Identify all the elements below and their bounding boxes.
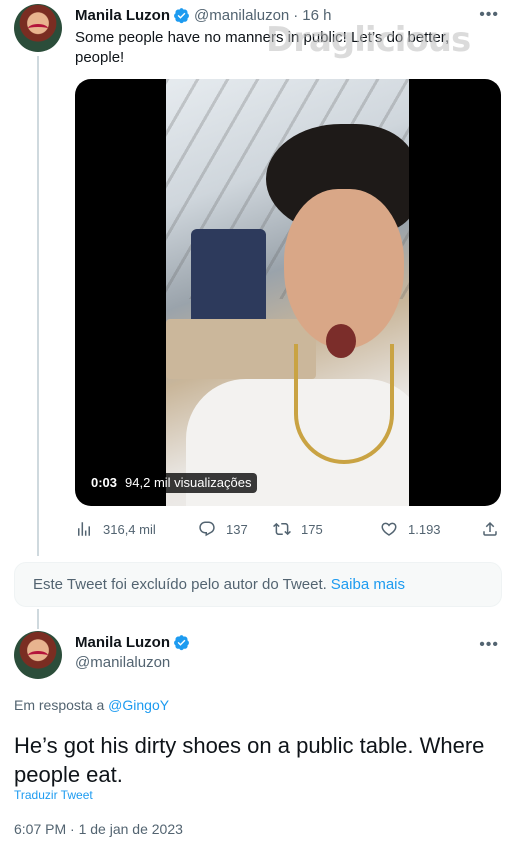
translate-tweet-link[interactable]: Traduzir Tweet (14, 788, 93, 802)
author-handle[interactable]: @manilaluzon (75, 654, 190, 671)
reply-prefix: Em resposta a (14, 697, 105, 713)
share-button[interactable] (481, 517, 509, 541)
tweet-text: Some people have no manners in public! L… (75, 29, 450, 66)
tweet-time[interactable]: 16 h (302, 7, 331, 24)
reply-icon (199, 521, 215, 537)
like-button[interactable]: 1.193 (380, 517, 441, 541)
author-name[interactable]: Manila Luzon (75, 634, 170, 651)
retweet-count: 175 (301, 521, 323, 537)
avatar[interactable] (14, 631, 62, 679)
like-count: 1.193 (408, 521, 441, 537)
more-options-icon[interactable]: ••• (479, 6, 499, 24)
views-button[interactable]: 316,4 mil (75, 517, 156, 541)
tweet-timestamp[interactable]: 6:07 PM · 1 de jan de 2023 (14, 821, 183, 837)
author-handle[interactable]: @manilaluzon (194, 7, 289, 24)
thread-connector-line (37, 609, 39, 629)
verified-badge-icon (174, 635, 189, 651)
verified-badge-icon (174, 8, 189, 24)
tweet-header: Manila Luzon @manilaluzon (75, 634, 190, 671)
retweet-button[interactable]: 175 (273, 517, 323, 541)
video-player[interactable]: 0:03 94,2 mil visualizações (75, 79, 501, 506)
learn-more-link[interactable]: Saiba mais (331, 576, 405, 593)
retweet-icon (273, 522, 291, 536)
video-thumbnail (166, 79, 409, 506)
tweet-text: He’s got his dirty shoes on a public tab… (14, 733, 485, 787)
deleted-tweet-notice: Este Tweet foi excluído pelo autor do Tw… (14, 562, 502, 607)
reply-count: 137 (226, 521, 248, 537)
analytics-icon (78, 522, 90, 536)
reply-mention-link[interactable]: @GingoY (108, 697, 169, 713)
avatar[interactable] (14, 4, 62, 52)
thread-connector-line (37, 56, 39, 556)
author-name[interactable]: Manila Luzon (75, 7, 170, 24)
video-view-count: 94,2 mil visualizações (125, 475, 252, 490)
video-info-badge: 0:03 94,2 mil visualizações (85, 473, 258, 493)
heart-icon (381, 522, 397, 536)
more-options-icon[interactable]: ••• (479, 636, 499, 654)
reply-button[interactable]: 137 (198, 517, 248, 541)
video-duration: 0:03 (91, 475, 118, 490)
separator-dot: · (293, 7, 299, 24)
tweet-parent[interactable]: Manila Luzon @manilaluzon · 16 h ••• Som… (0, 0, 513, 560)
views-count: 316,4 mil (103, 521, 156, 537)
reply-context: Em resposta a @GingoY (14, 697, 169, 713)
share-icon (483, 521, 497, 536)
deleted-notice-text: Este Tweet foi excluído pelo autor do Tw… (33, 576, 327, 593)
action-bar: 316,4 mil 137 175 1.193 (75, 517, 501, 541)
tweet-header: Manila Luzon @manilaluzon · 16 h (75, 7, 331, 24)
